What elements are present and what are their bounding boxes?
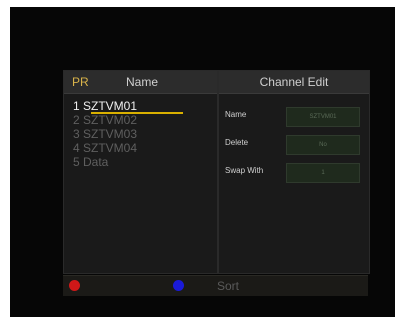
name-field[interactable]: SZTVM01	[286, 107, 360, 127]
swap-field[interactable]: 1	[286, 163, 360, 183]
channel-list-panel: PR Name 1 SZTVM01 2 SZTVM02 3 SZTVM03 4 …	[63, 70, 218, 274]
channel-edit-title: Channel Edit	[259, 75, 329, 89]
channel-item-2[interactable]: 2 SZTVM02	[73, 113, 213, 127]
blue-key-icon[interactable]	[173, 280, 184, 291]
selection-underline	[91, 112, 183, 114]
channel-item-3[interactable]: 3 SZTVM03	[73, 127, 213, 141]
edit-row-delete: Delete No	[225, 135, 365, 155]
name-field-label: Name	[225, 110, 247, 119]
edit-row-swap: Swap With 1	[225, 163, 365, 183]
swap-field-label: Swap With	[225, 166, 264, 175]
name-column-label: Name	[126, 75, 159, 89]
pr-column-label: PR	[72, 75, 89, 89]
channel-item-4[interactable]: 4 SZTVM04	[73, 141, 213, 155]
channel-item-1[interactable]: 1 SZTVM01	[73, 99, 213, 113]
sort-label[interactable]: Sort	[217, 279, 239, 293]
edit-row-name: Name SZTVM01	[225, 107, 365, 127]
top-status-strip	[17, 7, 257, 14]
channel-item-5[interactable]: 5 Data	[73, 155, 213, 169]
delete-field-label: Delete	[225, 138, 249, 147]
channel-list: 1 SZTVM01 2 SZTVM02 3 SZTVM03 4 SZTVM04 …	[73, 99, 213, 169]
channel-edit-panel: Channel Edit Name SZTVM01 Delete No Swap…	[218, 70, 370, 274]
delete-field[interactable]: No	[286, 135, 360, 155]
channel-list-header: PR Name	[64, 71, 217, 94]
function-key-bar: Sort	[63, 275, 368, 296]
tv-screen: PR Name 1 SZTVM01 2 SZTVM02 3 SZTVM03 4 …	[10, 7, 395, 317]
channel-edit-header: Channel Edit	[219, 71, 369, 94]
red-key-icon[interactable]	[69, 280, 80, 291]
